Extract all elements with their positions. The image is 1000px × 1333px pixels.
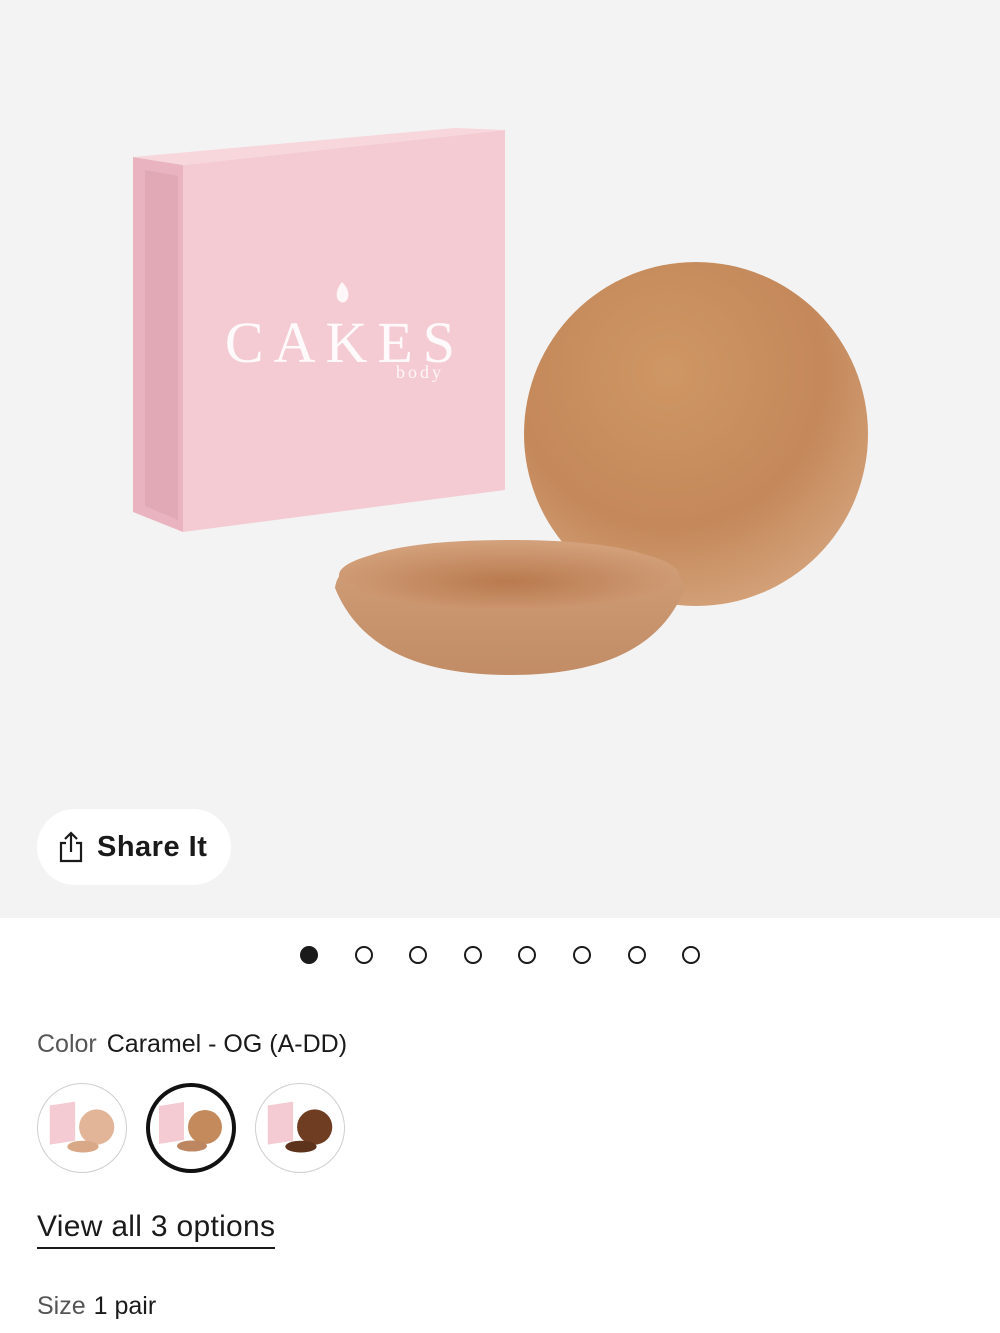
carousel-indicators [300, 946, 737, 964]
size-value: 1 pair [93, 1292, 157, 1320]
carousel-dot-5[interactable] [518, 946, 537, 964]
carousel-dot-2[interactable] [354, 946, 373, 964]
size-label: Size [37, 1292, 86, 1320]
swatch-option-2[interactable] [146, 1083, 236, 1173]
view-all-options-link[interactable]: View all 3 options [37, 1210, 276, 1249]
carousel-dot-7[interactable] [627, 946, 646, 964]
share-label: Share It [97, 830, 208, 863]
color-value: Caramel - OG (A-DD) [106, 1030, 348, 1058]
product-image: CAKES body [133, 128, 868, 675]
carousel-dot-1[interactable] [300, 946, 318, 964]
share-button[interactable]: Share It [37, 809, 231, 885]
swatch-option-1[interactable] [37, 1083, 127, 1173]
color-selection: Color Caramel - OG (A-DD) [37, 1030, 347, 1059]
product-image-area: CAKES body Share It [0, 0, 1000, 918]
carousel-dot-4[interactable] [463, 946, 482, 964]
share-icon [59, 831, 83, 863]
brand-sub: body [396, 362, 444, 382]
color-swatches [37, 1083, 364, 1173]
carousel-dot-6[interactable] [572, 946, 591, 964]
color-label: Color [37, 1030, 97, 1058]
swatch-thumbnail [267, 1101, 333, 1153]
carousel-dot-3[interactable] [409, 946, 428, 964]
size-selection: Size 1 pair [37, 1292, 156, 1321]
swatch-thumbnail [49, 1101, 115, 1153]
carousel-dot-8[interactable] [682, 946, 701, 964]
swatch-option-3[interactable] [255, 1083, 345, 1173]
swatch-thumbnail [159, 1102, 222, 1152]
